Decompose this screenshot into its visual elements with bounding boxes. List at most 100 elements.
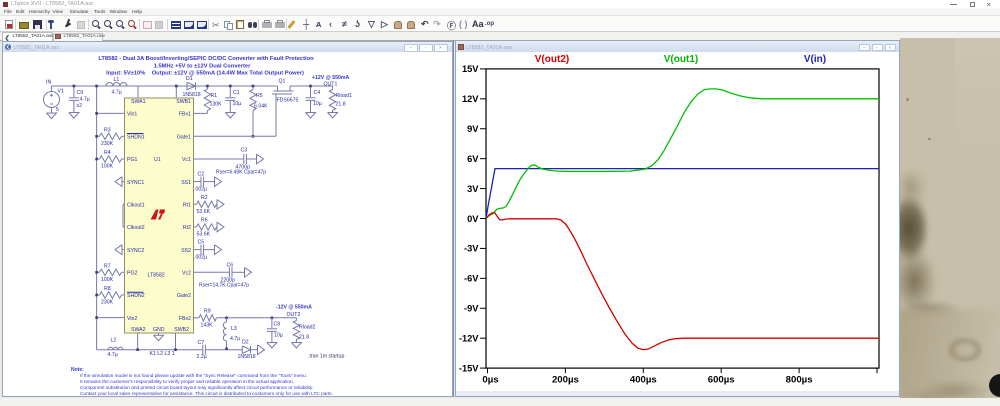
svg-text:SYNC2: SYNC2 (127, 248, 144, 254)
svg-text:800µs: 800µs (786, 375, 813, 386)
svg-text:C6: C6 (227, 263, 234, 269)
svg-text:V(out1): V(out1) (664, 54, 698, 65)
svg-text:-6V: -6V (464, 274, 479, 284)
svg-text:V(out2): V(out2) (535, 54, 569, 65)
svg-text:130K: 130K (210, 102, 223, 108)
svg-text:U1: U1 (154, 157, 161, 163)
svg-text:R7: R7 (104, 264, 111, 270)
svg-text:If the simulation model is not: If the simulation model is not found ple… (80, 373, 307, 379)
svg-text:.tran 1m startup: .tran 1m startup (308, 354, 344, 360)
svg-text:Rser=6.49K Cpar=47p: Rser=6.49K Cpar=47p (216, 169, 266, 175)
svg-text:Clkout1: Clkout1 (127, 203, 145, 209)
svg-text:R4: R4 (104, 150, 111, 156)
svg-text:L2: L2 (111, 338, 117, 344)
svg-text:SS2: SS2 (181, 248, 191, 254)
svg-text:V1: V1 (58, 89, 64, 95)
svg-text:SYNC1: SYNC1 (127, 180, 144, 186)
svg-text:Note:: Note: (71, 367, 84, 373)
svg-text:R3: R3 (104, 128, 111, 134)
svg-text:Vc1: Vc1 (182, 157, 191, 163)
svg-text:R1: R1 (211, 93, 218, 99)
svg-text:.002µ: .002µ (194, 255, 207, 261)
svg-text:Clkout2: Clkout2 (127, 225, 145, 231)
svg-text:15V: 15V (462, 64, 479, 74)
svg-text:R5: R5 (256, 93, 263, 99)
svg-text:21.8: 21.8 (299, 335, 309, 341)
svg-text:OUT2: OUT2 (287, 312, 301, 318)
svg-text:6.04K: 6.04K (254, 104, 268, 110)
svg-text:4.7µ: 4.7µ (230, 336, 240, 342)
svg-text:Vin1: Vin1 (127, 112, 137, 118)
svg-text:53.6K: 53.6K (197, 232, 211, 238)
svg-text:SWB2: SWB2 (174, 327, 189, 333)
svg-text:OUT1: OUT1 (324, 81, 338, 87)
svg-text:C2: C2 (198, 171, 205, 177)
svg-text:12V: 12V (462, 94, 479, 104)
svg-text:FBx2: FBx2 (179, 316, 191, 322)
svg-text:Vin2: Vin2 (127, 316, 137, 322)
svg-text:L1: L1 (114, 77, 120, 83)
svg-text:C1: C1 (233, 90, 240, 96)
svg-text:R6: R6 (201, 218, 208, 224)
svg-text:R8: R8 (104, 286, 111, 292)
svg-text:C3: C3 (241, 148, 248, 154)
svg-text:100K: 100K (101, 164, 114, 170)
svg-text:IN: IN (46, 80, 51, 86)
svg-text:L3: L3 (231, 326, 237, 332)
svg-text:-9V: -9V (464, 304, 479, 314)
svg-text:53.6K: 53.6K (197, 209, 211, 215)
svg-text:Gate2: Gate2 (177, 293, 191, 299)
svg-text:Rt2: Rt2 (183, 225, 191, 231)
svg-text:x2: x2 (77, 103, 83, 109)
svg-text:V(in): V(in) (804, 54, 826, 65)
svg-text:LT8582: LT8582 (148, 273, 165, 279)
svg-text:D1: D1 (186, 76, 193, 82)
svg-text:230K: 230K (101, 300, 114, 306)
svg-text:100K: 100K (101, 277, 114, 283)
svg-text:10µ: 10µ (313, 101, 322, 107)
svg-text:2.2µ: 2.2µ (197, 354, 207, 360)
svg-text:0V: 0V (467, 214, 479, 224)
svg-text:Contact your local sales repre: Contact your local sales representative … (80, 391, 333, 397)
svg-text:Q1: Q1 (279, 79, 286, 85)
svg-text:Rload1: Rload1 (336, 93, 353, 99)
svg-text:PG2: PG2 (127, 271, 137, 277)
svg-text:Input: 5V±10% Output: ±12V: Input: 5V±10% Output: ±12V @ 550mA (14.4… (106, 71, 304, 77)
svg-text:-12V @ 550mA: -12V @ 550mA (276, 305, 312, 311)
svg-text:LT8582 - Dual 3A Boost/Inverti: LT8582 - Dual 3A Boost/Inverting/SEPIC D… (98, 56, 314, 62)
svg-text:1N5818: 1N5818 (238, 354, 256, 360)
svg-text:SWB1: SWB1 (176, 99, 191, 105)
svg-text:FBx1: FBx1 (179, 112, 191, 118)
svg-text:R9: R9 (204, 309, 211, 315)
svg-text:Rt1: Rt1 (183, 203, 191, 209)
svg-text:C8: C8 (274, 322, 281, 328)
svg-text:R2: R2 (201, 195, 208, 201)
svg-text:5: 5 (56, 107, 59, 113)
svg-text:10µ: 10µ (233, 101, 242, 107)
svg-text:Gate1: Gate1 (177, 135, 191, 141)
svg-text:C9: C9 (77, 90, 84, 96)
svg-text:6V: 6V (467, 154, 479, 164)
svg-text:FDS6675: FDS6675 (277, 98, 299, 104)
svg-text:+12V @ 550mA: +12V @ 550mA (312, 75, 349, 81)
svg-text:-12V: -12V (459, 333, 479, 343)
svg-text:9V: 9V (467, 124, 479, 134)
svg-text:0µs: 0µs (482, 375, 498, 386)
svg-text:PG1: PG1 (127, 157, 137, 163)
svg-text:Rload2: Rload2 (299, 325, 316, 331)
svg-text:Rser=14.7K Cpar=47p: Rser=14.7K Cpar=47p (199, 282, 249, 288)
svg-text:200µs: 200µs (552, 375, 579, 386)
svg-text:3V: 3V (467, 184, 479, 194)
svg-text:1N5818: 1N5818 (183, 92, 201, 98)
svg-text:1.5MHz +5V to ±12V Dual Conver: 1.5MHz +5V to ±12V Dual Converter (154, 63, 251, 69)
svg-text:It remains the customer's resp: It remains the customer's responsibility… (80, 379, 294, 385)
svg-text:D2: D2 (242, 340, 249, 346)
svg-text:600µs: 600µs (708, 375, 735, 386)
svg-text:4.7µ: 4.7µ (108, 352, 118, 358)
svg-text:.002µ: .002µ (194, 187, 207, 193)
svg-text:K1 L2 L3 1: K1 L2 L3 1 (150, 351, 175, 357)
svg-text:-15V: -15V (459, 363, 479, 373)
svg-text:SHDN1: SHDN1 (127, 135, 145, 141)
svg-text:GND: GND (153, 327, 165, 333)
svg-text:-3V: -3V (464, 244, 479, 254)
